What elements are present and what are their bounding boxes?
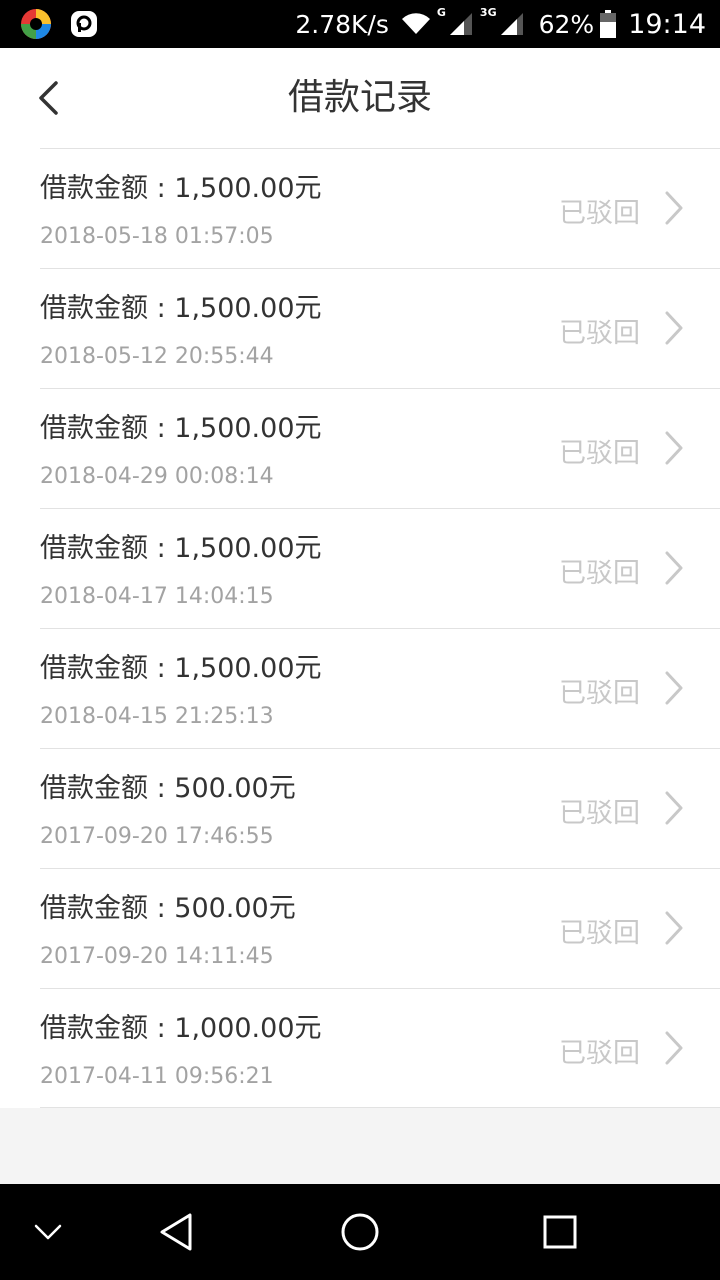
record-timestamp: 2018-04-17 14:04:15 xyxy=(40,584,274,609)
loan-records-screen: 2.78K/s G 3G 62% 19:14 借款记录 借款金额: 1,500… xyxy=(0,0,720,1280)
row-divider xyxy=(40,148,720,149)
signal-strength-icon xyxy=(449,13,472,35)
record-row[interactable]: 借款金额 : 1,500.00元 2018-04-29 00:08:14 已驳回 xyxy=(0,388,720,508)
nav-recents-button[interactable] xyxy=(536,1208,584,1256)
chevron-right-icon xyxy=(665,671,683,705)
row-divider xyxy=(40,388,720,389)
record-timestamp: 2018-04-29 00:08:14 xyxy=(40,464,274,489)
row-divider xyxy=(40,508,720,509)
network-type-label-3g: 3G xyxy=(479,5,497,19)
app-launcher-icon xyxy=(21,9,51,39)
record-amount: 借款金额 : 500.00元 xyxy=(40,893,296,924)
battery-icon xyxy=(600,10,617,38)
record-status: 已驳回 xyxy=(559,558,640,589)
battery-percent: 62% xyxy=(538,9,595,39)
chat-app-icon xyxy=(71,11,97,37)
row-divider xyxy=(40,748,720,749)
network-type-label: G xyxy=(436,5,446,19)
loan-record-list: 借款金额 : 1,500.00元 2018-05-18 01:57:05 已驳回… xyxy=(0,148,720,1108)
record-status: 已驳回 xyxy=(559,198,640,229)
chevron-right-icon xyxy=(665,911,683,945)
network-speed: 2.78K/s xyxy=(295,9,389,39)
record-amount: 借款金额 : 1,500.00元 xyxy=(40,653,322,684)
record-row[interactable]: 借款金额 : 500.00元 2017-09-20 17:46:55 已驳回 xyxy=(0,748,720,868)
status-bar: 2.78K/s G 3G 62% 19:14 xyxy=(0,0,720,48)
record-row[interactable]: 借款金额 : 1,500.00元 2018-04-17 14:04:15 已驳回 xyxy=(0,508,720,628)
record-row[interactable]: 借款金额 : 1,500.00元 2018-05-12 20:55:44 已驳回 xyxy=(0,268,720,388)
hide-keyboard-button[interactable] xyxy=(24,1208,72,1256)
row-divider xyxy=(40,268,720,269)
back-triangle-icon xyxy=(160,1213,192,1251)
record-amount: 借款金额 : 1,500.00元 xyxy=(40,293,322,324)
record-status: 已驳回 xyxy=(559,918,640,949)
record-timestamp: 2018-04-15 21:25:13 xyxy=(40,704,274,729)
record-amount: 借款金额 : 1,000.00元 xyxy=(40,1013,322,1044)
page-title: 借款记录 xyxy=(287,77,432,118)
record-row[interactable]: 借款金额 : 500.00元 2017-09-20 14:11:45 已驳回 xyxy=(0,868,720,988)
record-row[interactable]: 借款金额 : 1,500.00元 2018-04-15 21:25:13 已驳回 xyxy=(0,628,720,748)
chevron-right-icon xyxy=(665,431,683,465)
home-circle-icon xyxy=(341,1213,379,1251)
chevron-down-icon xyxy=(34,1224,62,1240)
row-divider xyxy=(40,988,720,989)
status-bar-indicators: 2.78K/s G 3G 62% 19:14 xyxy=(295,0,706,48)
record-row[interactable]: 借款金额 : 1,000.00元 2017-04-11 09:56:21 已驳回 xyxy=(0,988,720,1108)
record-amount: 借款金额 : 1,500.00元 xyxy=(40,413,322,444)
system-nav-bar xyxy=(0,1184,720,1280)
row-divider xyxy=(40,628,720,629)
chevron-right-icon xyxy=(665,191,683,225)
record-timestamp: 2017-09-20 17:46:55 xyxy=(40,824,274,849)
record-amount: 借款金额 : 1,500.00元 xyxy=(40,173,322,204)
record-timestamp: 2017-09-20 14:11:45 xyxy=(40,944,274,969)
record-status: 已驳回 xyxy=(559,438,640,469)
record-amount: 借款金额 : 500.00元 xyxy=(40,773,296,804)
nav-home-button[interactable] xyxy=(336,1208,384,1256)
chevron-right-icon xyxy=(665,791,683,825)
record-timestamp: 2018-05-18 01:57:05 xyxy=(40,224,274,249)
record-timestamp: 2018-05-12 20:55:44 xyxy=(40,344,274,369)
record-status: 已驳回 xyxy=(559,798,640,829)
clock: 19:14 xyxy=(628,8,706,40)
row-divider xyxy=(40,868,720,869)
recents-square-icon xyxy=(543,1215,577,1249)
wifi-icon xyxy=(401,13,430,35)
nav-back-button[interactable] xyxy=(152,1208,200,1256)
record-status: 已驳回 xyxy=(559,318,640,349)
chevron-right-icon xyxy=(665,551,683,585)
record-status: 已驳回 xyxy=(559,678,640,709)
record-status: 已驳回 xyxy=(559,1038,640,1069)
record-row[interactable]: 借款金额 : 1,500.00元 2018-05-18 01:57:05 已驳回 xyxy=(0,148,720,268)
chevron-right-icon xyxy=(665,1031,683,1065)
app-header: 借款记录 xyxy=(0,48,720,148)
record-amount: 借款金额 : 1,500.00元 xyxy=(40,533,322,564)
status-bar-app-icons xyxy=(20,8,98,40)
signal-strength-3g-icon xyxy=(500,13,523,35)
row-divider xyxy=(40,1107,720,1108)
chevron-right-icon xyxy=(665,311,683,345)
record-timestamp: 2017-04-11 09:56:21 xyxy=(40,1064,274,1089)
